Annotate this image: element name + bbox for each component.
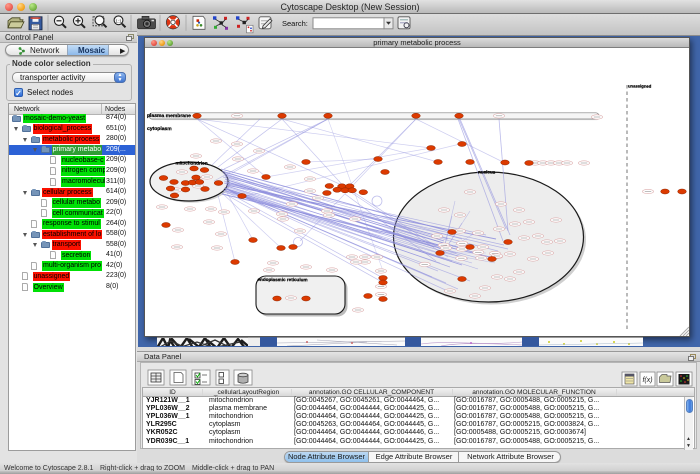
svg-text:endoplasmic reticulum: endoplasmic reticulum: [257, 277, 307, 282]
svg-text:1:1: 1:1: [115, 18, 122, 23]
svg-text:f(x): f(x): [642, 377, 652, 384]
svg-text:Search:: Search:: [282, 19, 308, 28]
svg-text:plasma membrane: plasma membrane: [147, 113, 191, 119]
svg-text:unassigned: unassigned: [628, 84, 652, 89]
svg-text:mitochondrion: mitochondrion: [175, 161, 207, 166]
svg-text:nucleus: nucleus: [478, 170, 496, 175]
svg-text:cytoplasm: cytoplasm: [147, 126, 172, 132]
